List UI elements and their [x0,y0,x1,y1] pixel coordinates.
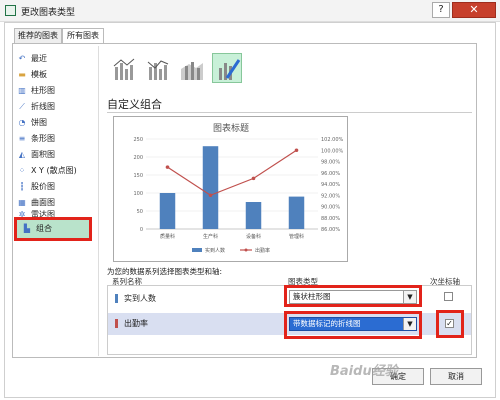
sidebar-item-templates[interactable]: ▬ 模板 [16,68,96,82]
series-color-marker [115,319,118,328]
y2-tick-label: 100.00% [321,148,343,154]
y2-tick-label: 86.00% [321,227,340,233]
series-chart-type-select[interactable]: 带数据标记的折线图 ▼ [289,317,417,331]
combo-subtype-icon [113,58,135,80]
chevron-down-icon: ▼ [403,291,416,303]
chart-svg: 图表标题 0 50 100 150 200 250 86.00% 88.00% 90.00% 92.… [133,122,343,254]
chart-title: 图表标题 [213,122,249,134]
secondary-axis-checkbox[interactable] [444,292,453,301]
sidebar-item-stock[interactable]: ┇ 股价图 [16,180,96,194]
sidebar-item-label: 最近 [31,54,47,63]
legend-marker [244,248,248,252]
x-tick-label: 质量科 [160,233,175,240]
combo-custom-option[interactable] [212,53,242,83]
area-chart-icon: ◭ [18,150,26,159]
combo-subtype-icon [181,62,203,80]
y-tick-label: 250 [133,137,143,143]
bar [288,196,305,229]
sidebar-item-recent[interactable]: ↶ 最近 [16,52,96,66]
sidebar-item-bar[interactable]: ≡ 条形图 [16,132,96,146]
legend-swatch [192,248,202,252]
line-marker [294,148,299,153]
custom-combo-heading: 自定义组合 [107,98,162,111]
secondary-axis-checkbox[interactable]: ✓ [445,319,454,328]
series-name-label: 实到人数 [124,294,156,303]
sidebar-item-label: 柱形图 [31,86,55,95]
combo-subtype-icon [147,60,169,80]
sidebar-item-label: X Y (散点图) [31,166,77,175]
combo-area-column-option[interactable] [176,53,206,83]
tab-all-charts[interactable]: 所有图表 [62,28,104,44]
y2-tick-label: 94.00% [321,182,340,188]
excel-app-icon [5,5,16,16]
sidebar-item-pie[interactable]: ◔ 饼图 [16,116,96,130]
series-name-label: 出勤率 [124,319,148,328]
sidebar-item-label: 股价图 [31,182,55,191]
y2-tick-label: 102.00% [321,137,343,143]
recent-icon: ↶ [18,54,26,63]
line-chart-icon: ⟋ [19,102,25,111]
sidebar-item-label: 饼图 [31,118,47,127]
y2-tick-label: 90.00% [321,205,340,211]
bar-chart-icon: ≡ [18,134,26,143]
sidebar-item-scatter[interactable]: ⁘ X Y (散点图) [16,164,96,178]
y-tick-label: 100 [133,191,143,197]
sidebar-item-label: 面积图 [31,150,55,159]
window-title: 更改图表类型 [21,8,76,18]
bar [245,202,262,229]
tab-recommended-charts[interactable]: 推荐的图表 [14,28,62,43]
y-tick-label: 50 [137,209,143,215]
y2-tick-label: 98.00% [321,160,340,166]
chart-preview: 图表标题 0 50 100 150 200 250 86.00% 88.00% 90.00% 92.… [113,116,348,262]
y2-tick-label: 96.00% [321,171,340,177]
select-value: 簇状柱形图 [293,292,331,301]
line-marker [208,193,213,198]
sidebar-item-combo[interactable]: ▙ 组合 [14,217,92,241]
sidebar-item-line[interactable]: ⟋ 折线图 [16,100,96,114]
y2-tick-label: 88.00% [321,216,340,222]
sidebar-item-label: 模板 [31,70,47,79]
y-tick-label: 0 [140,227,143,233]
close-button[interactable]: ✕ [452,2,496,18]
help-button[interactable]: ? [432,2,450,18]
combo-column-line-secondary-option[interactable] [142,53,172,83]
chevron-down-icon: ▼ [403,318,416,330]
sidebar-item-column[interactable]: ▥ 柱形图 [16,84,96,98]
x-tick-label: 管理科 [289,233,304,240]
combo-clustered-column-line-option[interactable] [108,53,138,83]
scatter-chart-icon: ⁘ [18,166,26,175]
x-tick-label: 设备科 [246,233,261,240]
section-divider [107,112,472,113]
bar [159,193,176,229]
sidebar-item-label: 折线图 [31,102,55,111]
sidebar-item-label: 组合 [36,224,52,233]
cancel-button[interactable]: 取消 [430,368,482,385]
line-marker [165,165,170,169]
legend-label: 实到人数 [205,247,225,254]
y-tick-label: 150 [133,173,143,179]
pie-chart-icon: ◔ [18,118,26,127]
bar [202,146,219,229]
folder-icon: ▬ [18,70,26,79]
column-chart-icon: ▥ [18,86,26,95]
y2-tick-label: 92.00% [321,193,340,199]
legend-label: 出勤率 [255,247,270,254]
stock-chart-icon: ┇ [19,182,25,191]
series-chart-type-select[interactable]: 簇状柱形图 ▼ [289,290,417,304]
sidebar-item-label: 曲面图 [31,198,55,207]
watermark-logo: Baidu经验 [330,364,398,379]
y-tick-label: 200 [133,155,143,161]
x-tick-label: 生产科 [203,233,218,240]
line-marker [251,176,256,181]
select-value: 带数据标记的折线图 [293,319,361,328]
sidebar-item-label: 条形图 [31,134,55,143]
sidebar-item-area[interactable]: ◭ 面积图 [16,148,96,162]
series-color-marker [115,294,118,303]
combo-chart-icon: ▙ [23,224,31,233]
combo-custom-icon [219,59,241,80]
